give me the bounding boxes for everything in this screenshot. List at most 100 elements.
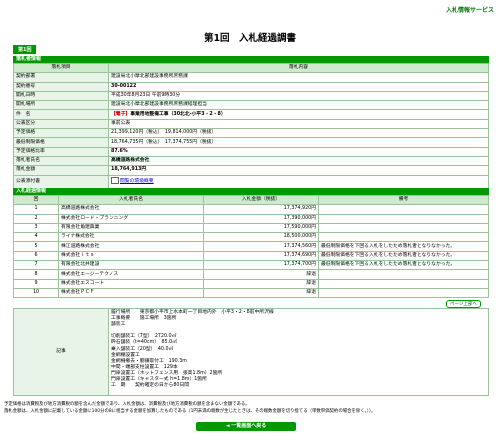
row-label: 公表添付書 bbox=[13, 174, 109, 189]
bid-note: 最低制限価格を下回る入札をしたため落札者となりなかった。 bbox=[318, 250, 489, 262]
row-label: 件 名 bbox=[13, 109, 109, 120]
bid-amount: 辞退 bbox=[203, 287, 319, 299]
footnotes: 予定価格は消費税及び地方消費税の額を含んだ金額であり、入札金額は、消費税及び地方… bbox=[4, 401, 496, 415]
remarks-label: 記事 bbox=[13, 308, 109, 396]
bids-header-name: 入札者氏名 bbox=[58, 194, 204, 206]
summary-row: 予定価格比率 87.6% bbox=[13, 146, 489, 157]
bid-amount: 17,590,000円 bbox=[203, 222, 319, 234]
round-tab[interactable]: 第1回 bbox=[13, 45, 37, 54]
table-row: 8 株式会社エージーテクノス 辞退 bbox=[13, 269, 489, 280]
table-row: 9 株式会社エスコート 辞退 bbox=[13, 278, 489, 289]
summary-row: 開札場所 建設局北小摩北部建設事務所庶務課経理担当 bbox=[13, 100, 489, 111]
bid-note bbox=[318, 213, 489, 224]
bid-no: 10 bbox=[13, 287, 59, 299]
table-row: 2 株式会社ロード・プランニング 17,390,000円 bbox=[13, 213, 489, 224]
electronic-tag: 【電子】 bbox=[111, 111, 131, 117]
bid-note bbox=[318, 278, 489, 289]
summary-row: 件 名【電子】事業用地整備工事（30北北-小平3・2・8） bbox=[13, 109, 489, 120]
bid-no: 6 bbox=[13, 250, 59, 262]
bid-note: 最低制限価格を下回る入札をしたため落札者となりなかった。 bbox=[318, 260, 489, 271]
bidder-name: 株式会社ｉｔｓ bbox=[58, 250, 204, 262]
bidder-name: 株式会社ロード・プランニング bbox=[58, 213, 204, 224]
summary-row: 公表添付書 閲覧の環境概要 bbox=[13, 174, 489, 189]
bids-table: 回 入札者氏名 入札金額（税抜） 備考 1 高橋道路株式会社 17,374,920円… bbox=[13, 194, 489, 299]
summary-section-title: 落札者情報 bbox=[13, 56, 489, 63]
row-label: 予定価格比率 bbox=[13, 146, 109, 157]
bid-no: 1 bbox=[13, 204, 59, 215]
row-value: 事業用地整備工事（30北北-小平3・2・8） bbox=[130, 111, 226, 117]
bid-amount: 辞退 bbox=[203, 278, 319, 289]
bids-header-amount: 入札金額（税抜） bbox=[203, 194, 319, 206]
table-row: 6 株式会社ｉｔｓ 17,374,690円 最低制限価格を下回る入札をしたため落札者と… bbox=[13, 250, 489, 262]
row-value: 高橋道路株式会社 bbox=[108, 155, 489, 167]
summary-row: 落札金額 18,764,913円 bbox=[13, 165, 489, 176]
bid-no: 8 bbox=[13, 269, 59, 280]
bids-section-title: 入札経過情報 bbox=[13, 188, 489, 195]
row-value: 21,399,120円（税込） 19,814,000円（税抜） bbox=[108, 128, 489, 139]
table-row: 4 ライナ株式会社 18,500,000円 bbox=[13, 232, 489, 243]
summary-row: 予定価格 21,399,120円（税込） 19,814,000円（税抜） bbox=[13, 128, 489, 139]
row-label: 開札場所 bbox=[13, 100, 109, 111]
bid-amount: 辞退 bbox=[203, 269, 319, 280]
summary-row: 落札者氏名 高橋道路株式会社 bbox=[13, 155, 489, 167]
bid-amount: 17,390,000円 bbox=[203, 213, 319, 224]
summary-row: 公表区分 事前公表 bbox=[13, 118, 489, 130]
bids-header-no: 回 bbox=[13, 194, 59, 206]
bid-amount: 18,500,000円 bbox=[203, 232, 319, 243]
back-to-list-button[interactable]: ◄ 一覧画面へ戻る bbox=[196, 422, 296, 431]
bid-note: 最低制限価格を下回る入札をしたため落札者となりなかった。 bbox=[318, 241, 489, 252]
row-label: 契約番号 bbox=[13, 81, 109, 92]
bid-no: 2 bbox=[13, 213, 59, 224]
row-label: 予定価格 bbox=[13, 128, 109, 139]
summary-row: 契約部署 建設局北小摩北部建設事務所庶務課 bbox=[13, 72, 489, 83]
bidder-name: ライナ株式会社 bbox=[58, 232, 204, 243]
row-value: 30-00122 bbox=[108, 81, 489, 92]
bid-amount: 17,374,690円 bbox=[203, 250, 319, 262]
document-icon bbox=[111, 177, 119, 185]
table-row: 10 株式会社ＰＣＦ 辞退 bbox=[13, 287, 489, 299]
row-value: 18,764,735円（税込） 17,374,755円（税抜） bbox=[108, 137, 489, 148]
footnote: 予定価格は消費税及び地方消費税の額を含んだ金額であり、入札金額は、消費税及び地方… bbox=[4, 402, 250, 407]
row-label: 落札金額 bbox=[13, 165, 109, 176]
bid-note bbox=[318, 222, 489, 234]
attachment-link[interactable]: 閲覧の環境概要 bbox=[120, 179, 154, 184]
bid-amount: 17,374,560円 bbox=[203, 241, 319, 252]
col-item-header: 落札項目 bbox=[13, 62, 109, 74]
bid-amount: 17,374,700円 bbox=[203, 260, 319, 271]
footnote: 落札金額は、入札金額に記載している金額に100分の8に相当する金額を加算したもの… bbox=[4, 409, 376, 414]
bid-no: 7 bbox=[13, 260, 59, 271]
page-top-button[interactable]: ページ上部へ bbox=[446, 300, 481, 308]
row-value: 建設局北小摩北部建設事務所庶務課 bbox=[108, 72, 489, 83]
bid-no: 5 bbox=[13, 241, 59, 252]
bid-no: 3 bbox=[13, 222, 59, 234]
bid-no: 9 bbox=[13, 278, 59, 289]
bidder-name: 有限会社北井建設 bbox=[58, 260, 204, 271]
row-label: 公表区分 bbox=[13, 118, 109, 130]
table-row: 1 高橋道路株式会社 17,374,920円 bbox=[13, 204, 489, 215]
row-value: 事前公表 bbox=[108, 118, 489, 130]
row-label: 最低制限価格 bbox=[13, 137, 109, 148]
summary-row: 開札日時 平成30年8月23日 午前9時30分 bbox=[13, 90, 489, 102]
bid-note bbox=[318, 204, 489, 215]
row-label: 開札日時 bbox=[13, 90, 109, 102]
row-value: 建設局北小摩北部建設事務所庶務課経理担当 bbox=[108, 100, 489, 111]
bid-note bbox=[318, 287, 489, 299]
bid-note bbox=[318, 232, 489, 243]
bidder-name: 株式会社ＰＣＦ bbox=[58, 287, 204, 299]
table-row: 7 有限会社北井建設 17,374,700円 最低制限価格を下回る入札をしたため落札者… bbox=[13, 260, 489, 271]
remarks-text: 履行場所 東京都小平市上水本町一丁目地内外 小平3・2・8前中所沢線 工事概要 … bbox=[108, 308, 489, 396]
bids-header-note: 備考 bbox=[318, 194, 489, 206]
bid-amount: 17,374,920円 bbox=[203, 204, 319, 215]
col-content-header: 落札内容 bbox=[108, 62, 489, 74]
summary-table: 落札項目 落札内容 契約部署 建設局北小摩北部建設事務所庶務課 契約番号 30-00… bbox=[13, 62, 489, 189]
bid-no: 4 bbox=[13, 232, 59, 243]
summary-row: 契約番号 30-00122 bbox=[13, 81, 489, 92]
row-value: 18,764,913円 bbox=[108, 165, 489, 176]
summary-row: 最低制限価格 18,764,735円（税込） 17,374,755円（税抜） bbox=[13, 137, 489, 148]
bidder-name: 株江道路株式会社 bbox=[58, 241, 204, 252]
row-label: 落札者氏名 bbox=[13, 155, 109, 167]
remarks-table: 記事 履行場所 東京都小平市上水本町一丁目地内外 小平3・2・8前中所沢線 工事… bbox=[13, 308, 489, 396]
service-title: 入札情報サービス bbox=[445, 7, 494, 14]
page-title: 第1回 入札経過調書 bbox=[203, 33, 297, 44]
bidder-name: 高橋道路株式会社 bbox=[58, 204, 204, 215]
